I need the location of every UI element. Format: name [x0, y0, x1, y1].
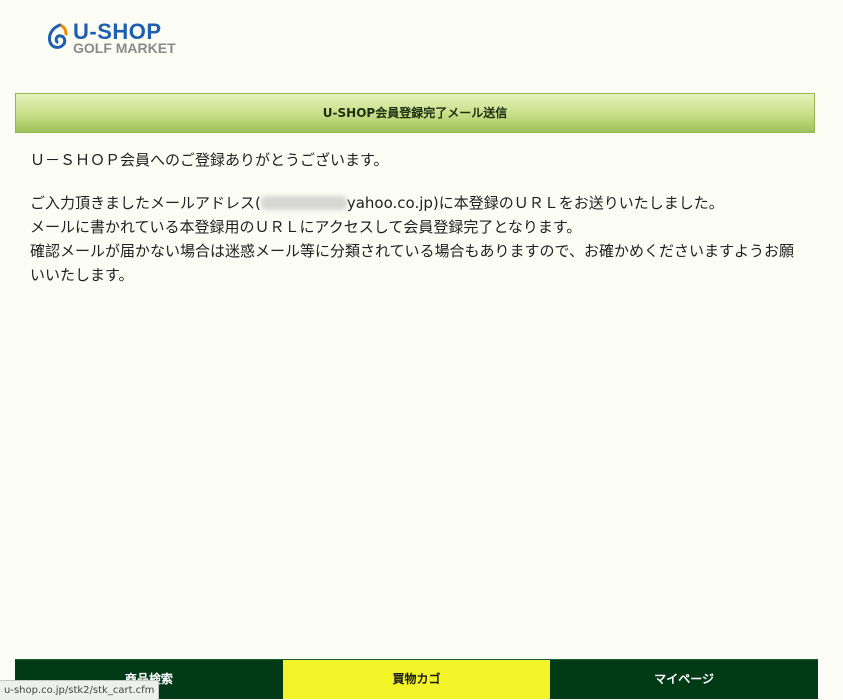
nav-my-page[interactable]: マイページ — [550, 660, 818, 699]
nav-shopping-cart[interactable]: 買物カゴ — [282, 660, 551, 699]
page-title: U-SHOP会員登録完了メール送信 — [15, 93, 815, 133]
golf-swoosh-icon — [48, 23, 68, 49]
email-sent-suffix: )に本登録のＵＲＬをお送りいたしました。 — [432, 194, 724, 212]
registration-instruction-text: メールに書かれている本登録用のＵＲＬにアクセスして会員登録完了となります。 — [30, 218, 582, 236]
email-domain: yahoo.co.jp — [346, 194, 433, 212]
email-sent-prefix: ご入力頂きましたメールアドレス( — [30, 194, 261, 212]
status-bar-url: u-shop.co.jp/stk2/stk_cart.cfm — [0, 680, 160, 700]
spam-notice-text: 確認メールが届かない場合は迷惑メール等に分類されている場合もありますので、お確か… — [30, 242, 794, 284]
email-sent-text: ご入力頂きましたメールアドレス( yahoo.co.jp)に本登録のＵＲＬをお送り… — [30, 191, 808, 215]
redacted-email-user — [260, 196, 347, 210]
confirmation-message: Ｕ－ＳＨＯＰ会員へのご登録ありがとうございます。 ご入力頂きましたメールアドレス… — [30, 148, 808, 287]
thank-you-text: Ｕ－ＳＨＯＰ会員へのご登録ありがとうございます。 — [30, 151, 389, 169]
logo-tagline: GOLF MARKET — [73, 40, 176, 56]
site-logo[interactable]: U-SHOP GOLF MARKET — [47, 21, 187, 61]
